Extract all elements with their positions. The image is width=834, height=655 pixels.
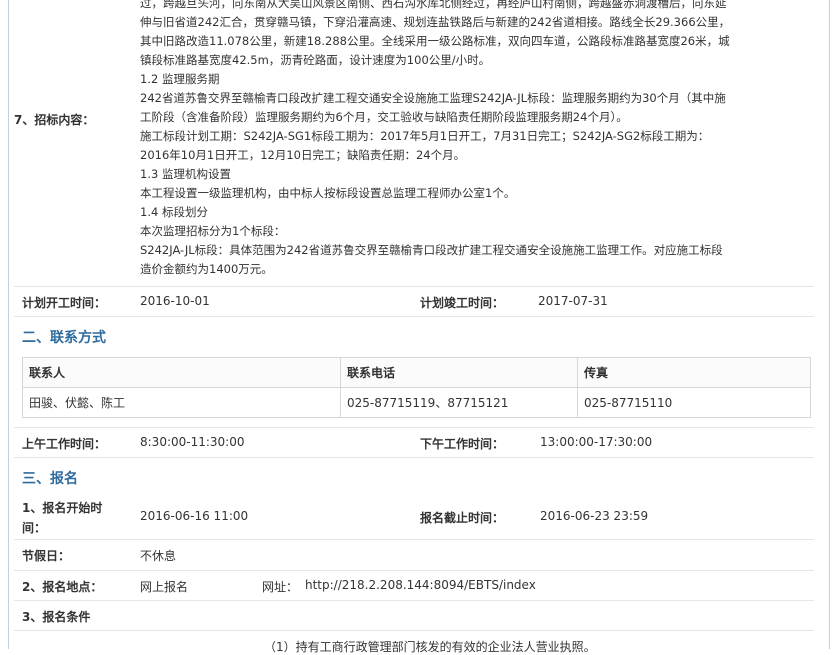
signup-end-value: 2016-06-23 23:59 bbox=[540, 509, 649, 523]
table-row: 田骏、伏懿、陈工 025-87715119、87715121 025-87715… bbox=[22, 387, 811, 418]
plan-start-label: 计划开工时间： bbox=[22, 296, 107, 310]
signup-conditions-label: 3、报名条件 bbox=[22, 610, 91, 624]
signup-condition-item: （1）持有工商行政管理部门核发的有效的企业法人营业执照。 bbox=[264, 640, 596, 654]
bid-line: 其中旧路改造11.078公里，新建18.288公里。全线采用一级公路标准，双向四… bbox=[140, 34, 730, 48]
bid-line: 1.3 监理机构设置 bbox=[140, 167, 231, 181]
signup-end-label: 报名截止时间： bbox=[420, 511, 505, 525]
plan-end-label: 计划竣工时间： bbox=[420, 296, 505, 310]
divider bbox=[14, 286, 814, 287]
am-hours-value: 8:30:00-11:30:00 bbox=[140, 435, 245, 449]
divider bbox=[14, 316, 814, 317]
plan-end-value: 2017-07-31 bbox=[538, 294, 608, 308]
signup-start-label-line1: 1、报名开始时 bbox=[22, 501, 103, 515]
signup-start-label-line2: 间： bbox=[22, 521, 47, 535]
divider bbox=[14, 457, 814, 458]
bid-line: 工阶段（含准备阶段）监理服务期约为6个月，交工验收与缺陷责任期阶段监理服务期24… bbox=[140, 110, 628, 124]
bid-content-label: 7、招标内容： bbox=[14, 113, 95, 127]
bid-line: 造价金额约为1400万元。 bbox=[140, 262, 273, 276]
contact-section-title: 二、联系方式 bbox=[22, 330, 106, 346]
table-header-row: 联系人 联系电话 传真 bbox=[22, 357, 811, 388]
bid-line: 施工标段计划工期：S242JA-SG1标段工期为：2017年5月1日开工，7月3… bbox=[140, 129, 710, 143]
contact-person-cell: 田骏、伏懿、陈工 bbox=[22, 387, 341, 418]
bid-line: 2016年10月1日开工，12月10日完工；缺陷责任期：24个月。 bbox=[140, 148, 466, 162]
bid-content-text: 过，跨越旦头河，向东南从大吴山风景区南侧、西石沟水库北侧经过，再经庐山村南侧，跨… bbox=[140, 0, 810, 279]
bid-line: 伸与旧省道242汇合，贯穿赣马镇，下穿沿灌高速、规划连盐铁路后与新建的242省道… bbox=[140, 15, 731, 29]
bid-line: 镇段标准路基宽度42.5m，沥青砼路面，设计速度为100公里/小时。 bbox=[140, 53, 491, 67]
signup-place-value: 网上报名 bbox=[140, 580, 189, 594]
signup-start-value: 2016-06-16 11:00 bbox=[140, 509, 249, 523]
bid-line: 1.4 标段划分 bbox=[140, 205, 208, 219]
bid-line: 1.2 监理服务期 bbox=[140, 72, 220, 86]
pm-hours-label: 下午工作时间： bbox=[420, 437, 505, 451]
contact-fax-cell: 025-87715110 bbox=[577, 387, 811, 418]
signup-section-title: 三、报名 bbox=[22, 471, 78, 487]
contact-phone-header: 联系电话 bbox=[340, 357, 578, 388]
am-hours-label: 上午工作时间： bbox=[22, 437, 107, 451]
bid-line: 本工程设置一级监理机构，由中标人按标段设置总监理工程师办公室1个。 bbox=[140, 186, 516, 200]
divider bbox=[14, 570, 814, 571]
signup-place-label: 2、报名地点： bbox=[22, 580, 103, 594]
holiday-value: 不休息 bbox=[140, 549, 177, 563]
divider bbox=[14, 600, 814, 601]
bid-line: 过，跨越旦头河，向东南从大吴山风景区南侧、西石沟水库北侧经过，再经庐山村南侧，跨… bbox=[140, 0, 727, 10]
contact-phone-cell: 025-87715119、87715121 bbox=[340, 387, 578, 418]
bid-line: 242省道苏鲁交界至赣榆青口段改扩建工程交通安全设施施工监理S242JA-JL标… bbox=[140, 91, 726, 105]
contact-table: 联系人 联系电话 传真 田骏、伏懿、陈工 025-87715119、877151… bbox=[22, 357, 811, 418]
bid-line: 本次监理招标分为1个标段： bbox=[140, 224, 286, 238]
bid-line: S242JA-JL标段：具体范围为242省道苏鲁交界至赣榆青口段改扩建工程交通安… bbox=[140, 243, 723, 257]
plan-start-value: 2016-10-01 bbox=[140, 294, 210, 308]
holiday-label: 节假日： bbox=[22, 549, 71, 563]
pm-hours-value: 13:00:00-17:30:00 bbox=[540, 435, 653, 449]
signup-start-label: 1、报名开始时 间： bbox=[22, 499, 102, 536]
divider bbox=[14, 539, 814, 540]
divider bbox=[14, 630, 814, 631]
signup-url-label: 网址： bbox=[262, 580, 299, 594]
divider bbox=[14, 427, 814, 428]
signup-url-link[interactable]: http://218.2.208.144:8094/EBTS/index bbox=[305, 578, 536, 592]
contact-fax-header: 传真 bbox=[577, 357, 811, 388]
contact-person-header: 联系人 bbox=[22, 357, 341, 388]
